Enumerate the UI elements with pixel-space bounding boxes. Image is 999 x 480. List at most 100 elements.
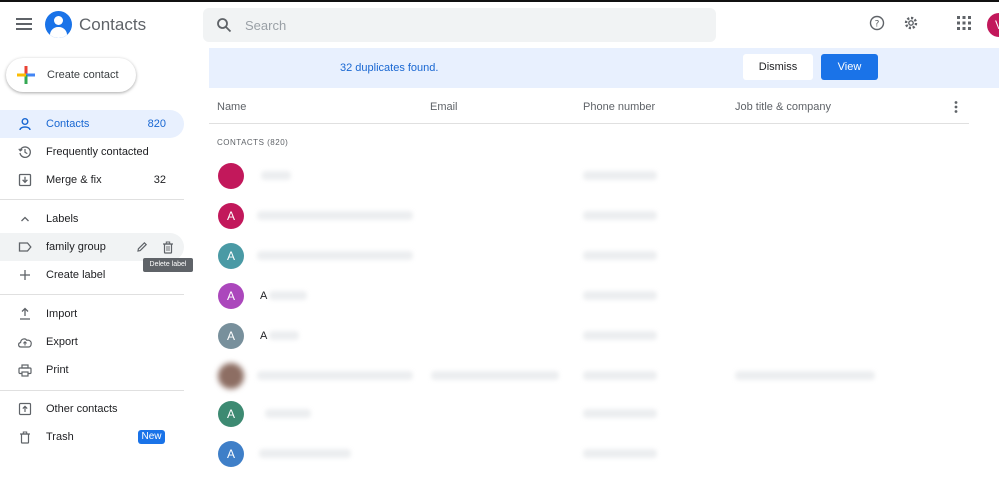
search-bar[interactable] <box>203 8 716 42</box>
trash-icon <box>17 429 33 445</box>
sidebar-item-label: Print <box>46 364 69 376</box>
more-vert-icon <box>954 101 958 113</box>
other-contacts-icon <box>17 401 33 417</box>
duplicates-message: 32 duplicates found. <box>340 62 439 74</box>
contact-name: A <box>260 290 268 302</box>
label-icon <box>17 239 33 255</box>
help-button[interactable]: ? <box>867 13 887 33</box>
printer-icon <box>17 362 33 378</box>
plus-icon <box>17 66 35 84</box>
dismiss-button[interactable]: Dismiss <box>743 54 813 80</box>
sidebar-item-create-label[interactable]: Create label <box>0 261 184 289</box>
column-header-job-title[interactable]: Job title & company <box>735 101 831 113</box>
table-row[interactable]: A <box>209 196 969 236</box>
table-row[interactable]: A A <box>209 276 969 316</box>
person-icon <box>17 116 33 132</box>
account-avatar[interactable]: V <box>987 13 999 37</box>
chevron-up-icon <box>17 211 33 227</box>
settings-button[interactable] <box>901 13 921 33</box>
sidebar-item-label: Merge & fix <box>46 174 102 186</box>
redacted-name <box>259 449 351 458</box>
sidebar-item-label: Other contacts <box>46 403 118 415</box>
delete-label-button[interactable] <box>160 239 176 255</box>
redacted-phone <box>583 171 657 180</box>
sidebar-item-label: Export <box>46 336 78 348</box>
redacted-phone <box>583 291 657 300</box>
redacted-name <box>269 291 307 300</box>
contact-name: A <box>260 330 268 342</box>
labels-header: Labels <box>46 213 79 225</box>
sidebar-divider <box>0 199 184 200</box>
column-header-email[interactable]: Email <box>430 101 458 113</box>
merge-icon <box>17 172 33 188</box>
sidebar-item-label: Frequently contacted <box>46 146 149 158</box>
gear-icon <box>904 16 918 30</box>
contact-avatar: A <box>218 203 244 229</box>
redacted-phone <box>583 409 657 418</box>
create-contact-button[interactable]: Create contact <box>6 58 136 92</box>
svg-text:?: ? <box>875 20 880 30</box>
sidebar-divider <box>0 390 184 391</box>
trash-icon <box>163 241 173 254</box>
redacted-name <box>269 331 299 340</box>
column-header-phone[interactable]: Phone number <box>583 101 655 113</box>
help-icon: ? <box>869 15 885 31</box>
contacts-logo-icon <box>45 11 72 38</box>
menu-icon <box>16 18 32 30</box>
contact-avatar <box>218 363 244 389</box>
history-icon <box>17 144 33 160</box>
table-row[interactable]: A <box>209 236 969 276</box>
app-header: Contacts ? V <box>0 2 999 46</box>
apps-grid-icon <box>957 16 971 30</box>
redacted-name <box>261 171 291 180</box>
list-options-button[interactable] <box>948 98 964 116</box>
apps-button[interactable] <box>954 13 974 33</box>
header-divider <box>209 123 969 124</box>
table-row[interactable]: A <box>209 394 969 434</box>
sidebar-item-other-contacts[interactable]: Other contacts <box>0 395 184 423</box>
pencil-icon <box>137 241 148 252</box>
table-row[interactable] <box>209 156 969 196</box>
search-input[interactable] <box>245 15 685 35</box>
plus-icon <box>17 267 33 283</box>
redacted-phone <box>583 449 657 458</box>
app-title: Contacts <box>79 15 147 34</box>
main-menu-button[interactable] <box>12 12 36 36</box>
table-row[interactable]: A <box>209 434 969 474</box>
contacts-section-label: CONTACTS (820) <box>217 138 289 147</box>
contact-avatar <box>218 163 244 189</box>
sidebar-item-label: Trash <box>46 431 74 443</box>
upload-icon <box>17 306 33 322</box>
column-header-name[interactable]: Name <box>217 101 246 113</box>
view-duplicates-button[interactable]: View <box>821 54 878 80</box>
edit-label-button[interactable] <box>134 239 150 255</box>
sidebar-item-frequently-contacted[interactable]: Frequently contacted <box>0 138 184 166</box>
search-icon[interactable] <box>216 17 232 33</box>
redacted-phone <box>583 251 657 260</box>
contact-avatar: A <box>218 323 244 349</box>
redacted-phone <box>583 211 657 220</box>
sidebar-item-family-group[interactable]: family group <box>0 233 184 261</box>
redacted-name <box>265 409 311 418</box>
duplicates-banner: 32 duplicates found. Dismiss View <box>209 48 999 88</box>
table-row[interactable]: A A <box>209 316 969 356</box>
sidebar-item-label: Create label <box>46 269 106 281</box>
contact-avatar: A <box>218 401 244 427</box>
sidebar-item-print[interactable]: Print <box>0 356 184 384</box>
sidebar-item-label: Import <box>46 308 78 320</box>
sidebar-item-trash[interactable]: Trash New <box>0 423 184 451</box>
redacted-name <box>257 211 413 220</box>
contacts-count: 820 <box>147 118 166 130</box>
labels-section-toggle[interactable]: Labels <box>0 205 184 233</box>
sidebar-item-contacts[interactable]: Contacts 820 <box>0 110 184 138</box>
sidebar-item-merge-fix[interactable]: Merge & fix 32 <box>0 166 184 194</box>
contact-avatar: A <box>218 283 244 309</box>
contact-avatar: A <box>218 243 244 269</box>
sidebar-item-import[interactable]: Import <box>0 300 184 328</box>
table-row[interactable] <box>209 356 969 396</box>
contact-avatar: A <box>218 441 244 467</box>
sidebar-item-export[interactable]: Export <box>0 328 184 356</box>
sidebar-item-label: Contacts <box>46 118 90 130</box>
redacted-email <box>431 371 559 380</box>
merge-fix-count: 32 <box>153 174 166 186</box>
